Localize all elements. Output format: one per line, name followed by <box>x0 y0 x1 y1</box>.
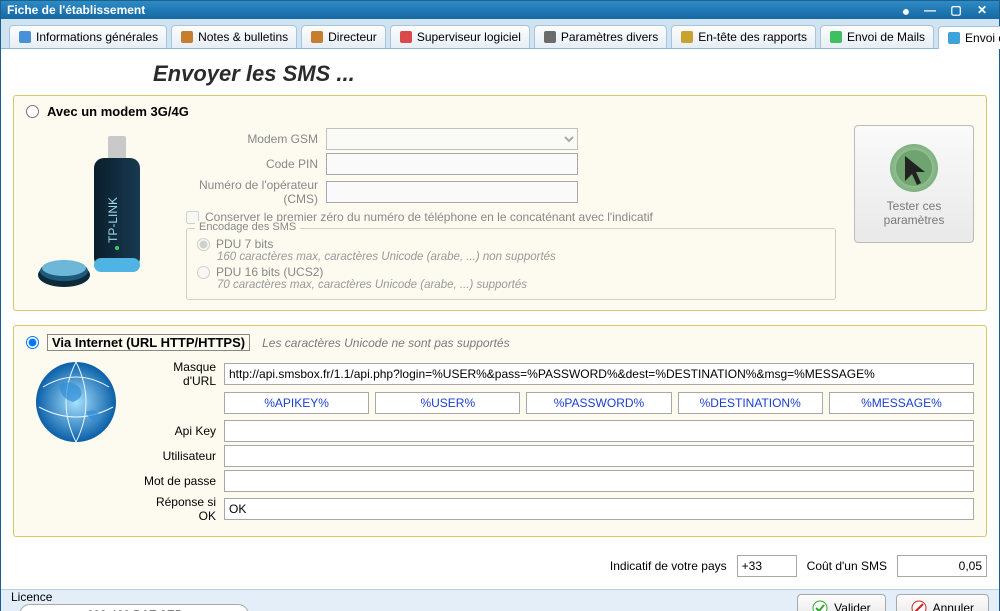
tab-0[interactable]: Informations générales <box>9 25 167 48</box>
check-icon <box>812 600 828 611</box>
window-title: Fiche de l'établissement <box>7 3 889 17</box>
tab-label: Envoi de SMS <box>965 31 1000 45</box>
minimize-button[interactable]: — <box>919 1 941 19</box>
test-parameters-button[interactable]: Tester ces paramètres <box>854 125 974 243</box>
tab-1[interactable]: Notes & bulletins <box>171 25 297 48</box>
url-var-button-0[interactable]: %APIKEY% <box>224 392 369 414</box>
indicatif-input[interactable] <box>737 555 797 577</box>
tab-bar: Informations générales Notes & bulletins D… <box>1 19 999 49</box>
internet-note: Les caractères Unicode ne sont pas suppo… <box>262 336 509 350</box>
tab-label: Informations générales <box>36 30 158 44</box>
url-var-button-4[interactable]: %MESSAGE% <box>829 392 974 414</box>
url-mask-label: Masque d'URL <box>138 360 224 388</box>
tab-5[interactable]: En-tête des rapports <box>671 25 816 48</box>
tab-label: En-tête des rapports <box>698 30 807 44</box>
encodage-group: Encodage des SMS PDU 7 bits 160 caractèr… <box>186 228 836 300</box>
licence-box: Licence 603 469 D0E 3E5 <box>11 590 291 611</box>
internet-mode-radio[interactable] <box>26 336 39 349</box>
close-button[interactable]: ✕ <box>971 1 993 19</box>
variable-buttons-row: %APIKEY% %USER% %PASSWORD% %DESTINATION% %ME… <box>224 392 974 414</box>
user-label: Utilisateur <box>138 449 224 463</box>
globe-icon <box>31 357 121 447</box>
establishment-window: Fiche de l'établissement — ▢ ✕ Informati… <box>0 0 1000 611</box>
tab-icon <box>399 30 413 44</box>
licence-value: 603 469 D0E 3E5 <box>19 604 249 611</box>
indicatif-label: Indicatif de votre pays <box>610 559 727 573</box>
tab-label: Directeur <box>328 30 377 44</box>
pdu16-radio[interactable] <box>197 266 210 279</box>
maximize-button[interactable]: ▢ <box>945 1 967 19</box>
response-label: Réponse si OK <box>138 495 224 523</box>
tab-label: Superviseur logiciel <box>417 30 521 44</box>
cms-input[interactable] <box>326 181 578 203</box>
user-input[interactable] <box>224 445 974 467</box>
internet-title: Via Internet (URL HTTP/HTTPS) <box>47 334 250 351</box>
internet-panel: Via Internet (URL HTTP/HTTPS) Les caract… <box>13 325 987 537</box>
url-var-button-1[interactable]: %USER% <box>375 392 520 414</box>
tab-label: Notes & bulletins <box>198 30 288 44</box>
svg-text:TP-LINK: TP-LINK <box>106 197 120 243</box>
annuler-label: Annuler <box>933 601 974 611</box>
response-input[interactable] <box>224 498 974 520</box>
modem-mode-radio[interactable] <box>26 105 39 118</box>
page-title: Envoyer les SMS ... <box>153 61 987 87</box>
valider-button[interactable]: Valider <box>797 594 885 611</box>
tab-2[interactable]: Directeur <box>301 25 386 48</box>
usb-modem-icon: TP-LINK <box>94 136 140 272</box>
pdu16-label: PDU 16 bits (UCS2) <box>216 265 323 279</box>
modem-gsm-select[interactable] <box>326 128 578 150</box>
password-label: Mot de passe <box>138 474 224 488</box>
help-icon[interactable] <box>893 1 915 19</box>
modem-panel: Avec un modem 3G/4G TP-LINK <box>13 95 987 311</box>
pdu7-hint: 160 caractères max, caractères Unicode (… <box>217 251 825 263</box>
cancel-icon <box>911 600 927 611</box>
modem-panel-head: Avec un modem 3G/4G <box>26 104 974 119</box>
tab-icon <box>680 30 694 44</box>
valider-label: Valider <box>834 601 870 611</box>
wrench-icon <box>897 3 911 17</box>
modem-image: TP-LINK <box>26 125 176 295</box>
pdu7-radio[interactable] <box>197 238 210 251</box>
test-label-2: paramètres <box>884 213 945 227</box>
internet-panel-head: Via Internet (URL HTTP/HTTPS) Les caract… <box>26 334 974 351</box>
tab-icon <box>543 30 557 44</box>
modem-title: Avec un modem 3G/4G <box>47 104 189 119</box>
url-mask-input[interactable] <box>224 363 974 385</box>
bottom-bar: Licence 603 469 D0E 3E5 Valider Annuler <box>1 589 999 611</box>
pdu7-label: PDU 7 bits <box>216 237 273 251</box>
licence-label: Licence <box>11 590 52 604</box>
url-var-button-3[interactable]: %DESTINATION% <box>678 392 823 414</box>
tab-icon <box>180 30 194 44</box>
cms-label: Numéro de l'opérateur (CMS) <box>186 178 326 206</box>
modem-gsm-label: Modem GSM <box>186 132 326 146</box>
tab-4[interactable]: Paramètres divers <box>534 25 667 48</box>
apikey-input[interactable] <box>224 420 974 442</box>
apikey-label: Api Key <box>138 424 224 438</box>
test-label-1: Tester ces <box>887 199 942 213</box>
titlebar: Fiche de l'établissement — ▢ ✕ <box>1 1 999 19</box>
tab-icon <box>829 30 843 44</box>
tab-icon <box>310 30 324 44</box>
tab-7[interactable]: Envoi de SMS <box>938 26 1000 49</box>
code-pin-input[interactable] <box>326 153 578 175</box>
password-input[interactable] <box>224 470 974 492</box>
tab-label: Paramètres divers <box>561 30 658 44</box>
tab-icon <box>18 30 32 44</box>
annuler-button[interactable]: Annuler <box>896 594 989 611</box>
cursor-icon <box>887 141 941 195</box>
mouse-icon <box>38 260 90 287</box>
footer-row: Indicatif de votre pays Coût d'un SMS <box>13 555 987 577</box>
tab-body: Envoyer les SMS ... Avec un modem 3G/4G … <box>1 49 999 589</box>
globe-image <box>26 357 126 457</box>
pdu16-hint: 70 caractères max, caractères Unicode (a… <box>217 279 825 291</box>
encodage-legend: Encodage des SMS <box>195 221 300 233</box>
cost-label: Coût d'un SMS <box>807 559 887 573</box>
code-pin-label: Code PIN <box>186 157 326 171</box>
tab-icon <box>947 31 961 45</box>
url-var-button-2[interactable]: %PASSWORD% <box>526 392 671 414</box>
tab-6[interactable]: Envoi de Mails <box>820 25 934 48</box>
cost-input[interactable] <box>897 555 987 577</box>
tab-label: Envoi de Mails <box>847 30 925 44</box>
tab-3[interactable]: Superviseur logiciel <box>390 25 530 48</box>
